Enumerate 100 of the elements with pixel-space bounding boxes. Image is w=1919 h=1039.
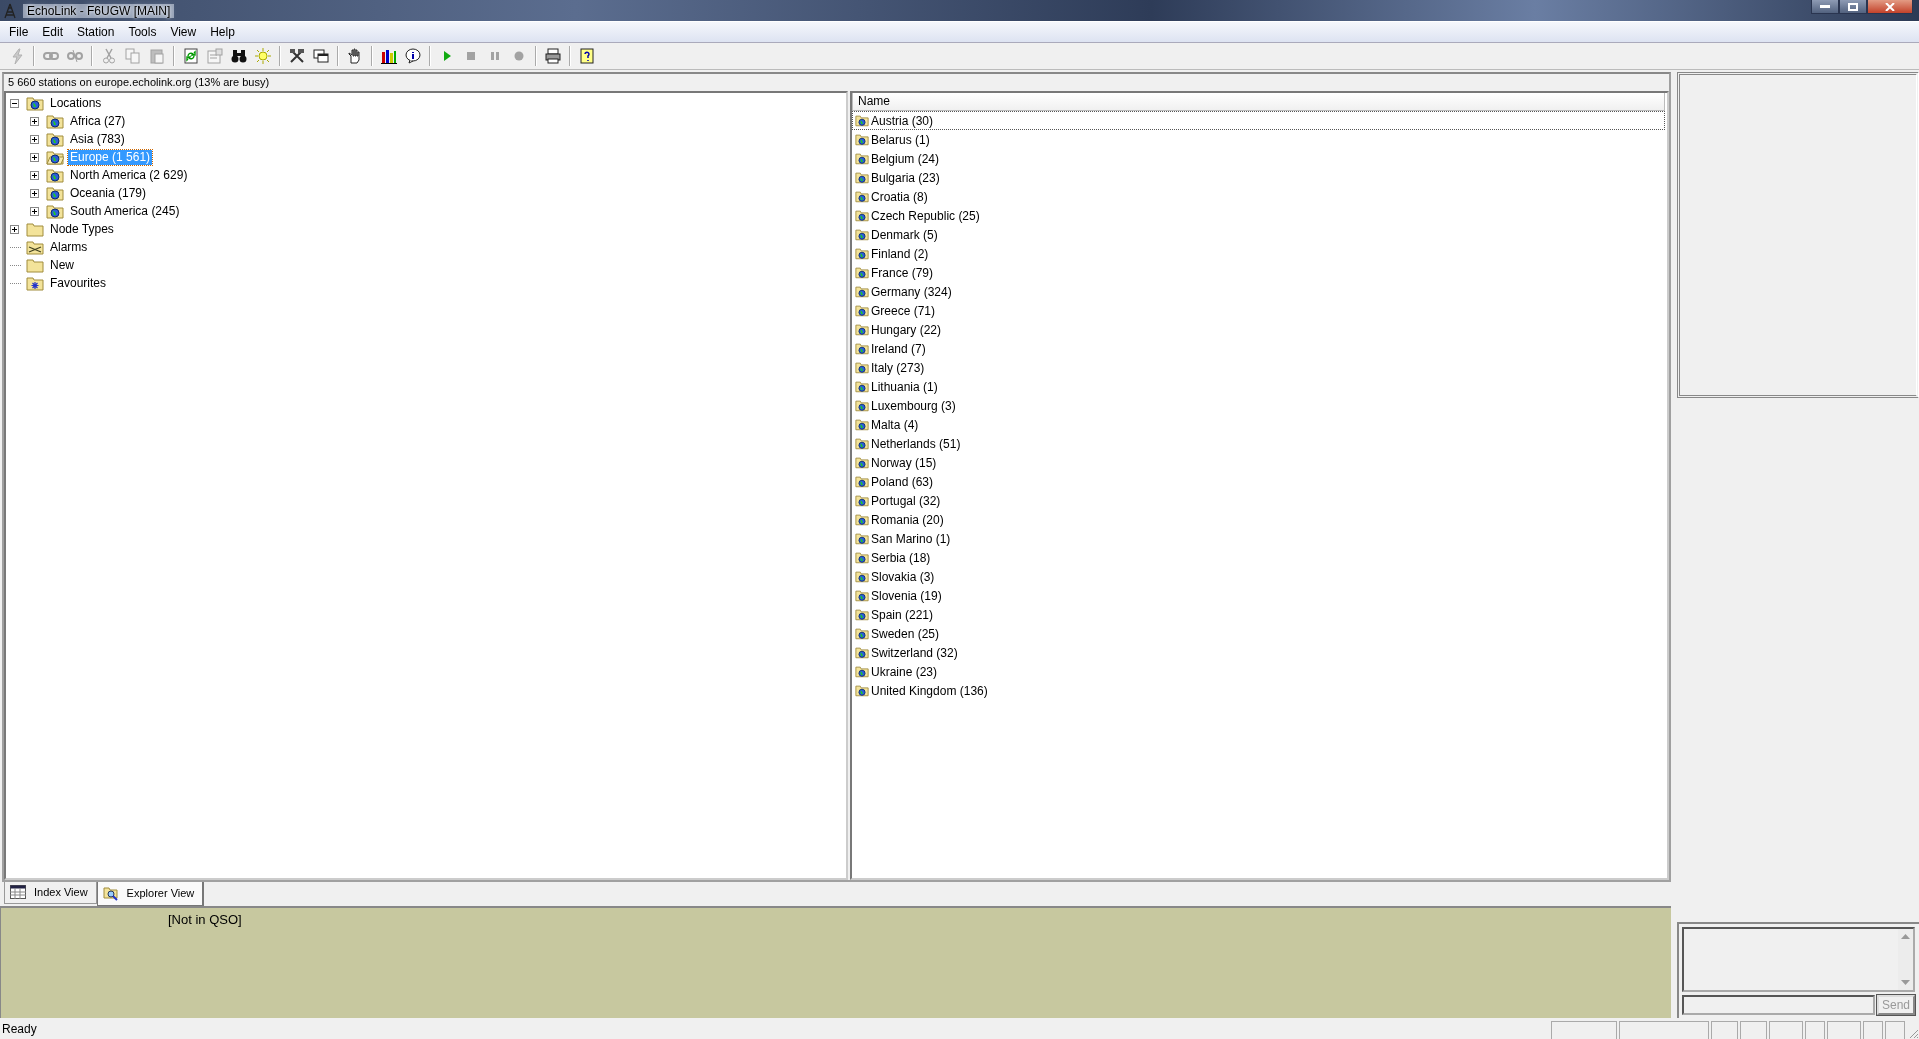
- tree-item[interactable]: South America (245): [68, 203, 182, 219]
- maximize-button[interactable]: [1839, 0, 1867, 14]
- scroll-down-icon: [1901, 980, 1910, 985]
- minimize-button[interactable]: [1811, 0, 1839, 14]
- globe-folder-icon: [855, 532, 869, 545]
- tree-item[interactable]: Africa (27): [68, 113, 128, 129]
- list-row[interactable]: Slovenia (19): [852, 586, 1665, 605]
- chat-input-field[interactable]: [1682, 995, 1875, 1015]
- antenna-tower-icon: [3, 2, 17, 19]
- qso-status: [Not in QSO]: [168, 912, 242, 928]
- minimize-icon: [1820, 4, 1830, 9]
- folder-icon: [26, 257, 44, 273]
- tree-item[interactable]: New: [48, 257, 76, 273]
- expander-icon: [30, 170, 39, 180]
- status-panel: [1740, 1021, 1767, 1039]
- globe-folder-icon: [855, 494, 869, 507]
- list-row[interactable]: Denmark (5): [852, 225, 1665, 244]
- globe-folder-icon: [855, 361, 869, 374]
- globe-folder-icon: [855, 456, 869, 469]
- list-row[interactable]: Finland (2): [852, 244, 1665, 263]
- list-row[interactable]: Switzerland (32): [852, 643, 1665, 662]
- globe-folder-icon: [855, 418, 869, 431]
- list-row[interactable]: Serbia (18): [852, 548, 1665, 567]
- clipboard-icon: [149, 48, 165, 64]
- properties-icon: [207, 48, 223, 64]
- list-row[interactable]: Luxembourg (3): [852, 396, 1665, 415]
- menu-item[interactable]: Tools: [121, 25, 164, 39]
- list-row[interactable]: Slovakia (3): [852, 567, 1665, 586]
- menu-item[interactable]: Edit: [35, 25, 71, 39]
- list-row[interactable]: United Kingdom (136): [852, 681, 1665, 700]
- list-row[interactable]: Sweden (25): [852, 624, 1665, 643]
- tree-item[interactable]: Oceania (179): [68, 185, 149, 201]
- list-row[interactable]: Norway (15): [852, 453, 1665, 472]
- list-row[interactable]: Portugal (32): [852, 491, 1665, 510]
- list-row[interactable]: Czech Republic (25): [852, 206, 1665, 225]
- globe-folder-icon: [855, 152, 869, 165]
- status-panel: [1769, 1021, 1803, 1039]
- list-row[interactable]: Spain (221): [852, 605, 1665, 624]
- expander-icon: [30, 206, 39, 216]
- expander-icon: [30, 188, 39, 198]
- list-row[interactable]: Bulgaria (23): [852, 168, 1665, 187]
- tree-item[interactable]: Locations: [48, 95, 104, 111]
- list-row[interactable]: Croatia (8): [852, 187, 1665, 206]
- menu-item[interactable]: View: [163, 25, 204, 39]
- status-panel: [1711, 1021, 1738, 1039]
- toolbar-button[interactable]: [402, 45, 424, 67]
- globe-folder-icon: [855, 437, 869, 450]
- globe-folder-icon: [855, 190, 869, 203]
- expander-icon: [30, 152, 39, 162]
- list-row[interactable]: Ukraine (23): [852, 662, 1665, 681]
- status-panel: [1885, 1021, 1905, 1039]
- resize-grip-icon[interactable]: [1907, 1027, 1919, 1039]
- close-button[interactable]: [1867, 0, 1913, 14]
- globe-folder-icon: [855, 684, 869, 697]
- menu-item[interactable]: File: [2, 25, 36, 39]
- tree-item[interactable]: North America (2 629): [68, 167, 190, 183]
- bar-chart-icon: [381, 48, 397, 64]
- list-row[interactable]: Malta (4): [852, 415, 1665, 434]
- sun-icon: [255, 48, 271, 64]
- list-row[interactable]: Romania (20): [852, 510, 1665, 529]
- list-row[interactable]: Germany (324): [852, 282, 1665, 301]
- magnifier-folder-icon: [102, 885, 119, 901]
- view-tab[interactable]: Explorer View: [96, 882, 205, 907]
- globe-folder-icon: [855, 171, 869, 184]
- menu-item[interactable]: Help: [203, 25, 242, 39]
- list-row[interactable]: Netherlands (51): [852, 434, 1665, 453]
- server-status: 5 660 stations on europe.echolink.org (13% are busy): [7, 75, 271, 90]
- list-row[interactable]: Lithuania (1): [852, 377, 1665, 396]
- list-row[interactable]: Belgium (24): [852, 149, 1665, 168]
- tree-item[interactable]: Node Types: [48, 221, 116, 237]
- globe-folder-icon: [855, 285, 869, 298]
- list-row[interactable]: Poland (63): [852, 472, 1665, 491]
- menu-item[interactable]: Station: [70, 25, 122, 39]
- globe-folder-icon: [855, 323, 869, 336]
- list-row[interactable]: Austria (30): [852, 111, 1665, 130]
- open-globe-folder-icon: [46, 149, 64, 165]
- scrollbar[interactable]: [1898, 929, 1913, 990]
- list-row[interactable]: Hungary (22): [852, 320, 1665, 339]
- star-folder-icon: [26, 275, 44, 291]
- view-tab[interactable]: Index View: [4, 882, 97, 904]
- globe-folder-icon: [46, 113, 64, 129]
- column-header[interactable]: Name: [852, 93, 1665, 111]
- list-row[interactable]: Ireland (7): [852, 339, 1665, 358]
- list-row[interactable]: Belarus (1): [852, 130, 1665, 149]
- list-row[interactable]: Greece (71): [852, 301, 1665, 320]
- globe-folder-icon: [46, 203, 64, 219]
- toolbar-button[interactable]: [542, 45, 564, 67]
- windows-icon: [313, 48, 329, 64]
- tree-item[interactable]: Alarms: [48, 239, 90, 255]
- table-icon: [10, 885, 26, 899]
- list-row[interactable]: France (79): [852, 263, 1665, 282]
- tree-item[interactable]: Asia (783): [68, 131, 127, 147]
- list-row[interactable]: San Marino (1): [852, 529, 1665, 548]
- list-row[interactable]: Italy (273): [852, 358, 1665, 377]
- expander-icon: [10, 224, 19, 234]
- scroll-up-icon: [1901, 934, 1910, 939]
- globe-folder-icon: [855, 266, 869, 279]
- tree-item[interactable]: Favourites: [48, 275, 109, 291]
- binoculars-icon: [231, 48, 247, 64]
- scissors-icon: [101, 48, 117, 64]
